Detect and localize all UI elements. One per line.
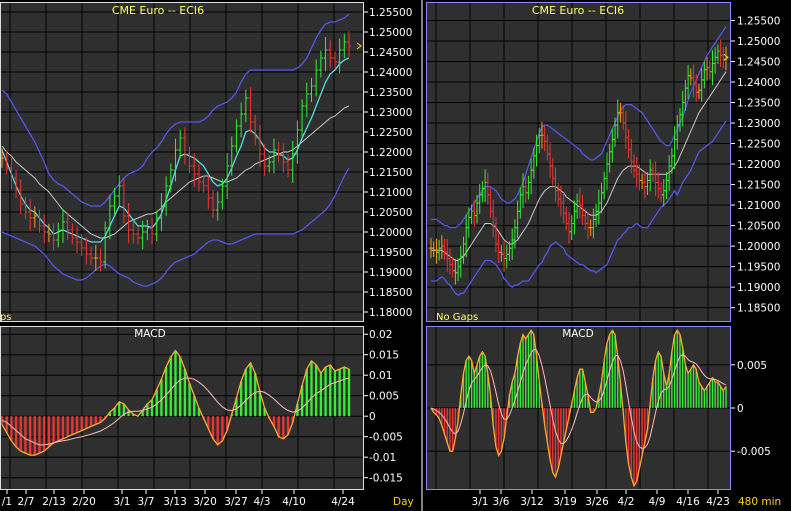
R1-plot-background: [426, 2, 731, 322]
R1-price-tick-label: 1.25000: [737, 36, 780, 48]
left-unit-label: Day: [393, 496, 414, 508]
L2-macd-tick-label: -0.005: [369, 432, 403, 444]
R1-price-tick-label: 1.24000: [737, 77, 780, 89]
R1-price-tick-label: 1.20500: [737, 221, 780, 233]
R-date-label: 4/23: [706, 496, 730, 508]
R1-price-tick-label: 1.25500: [737, 15, 780, 27]
L-date-label: 2/20: [72, 496, 96, 508]
right-date-axis: 3/1 3/6 3/12 3/19 3/26 4/2 4/9 4/16 4/23: [421, 490, 791, 511]
R-date-label: 3/1: [472, 496, 489, 508]
L2-macd-tick-label: 0.02: [369, 329, 392, 341]
R1-price-tick-label: 1.20000: [737, 241, 780, 253]
R1-price-tick-label: 1.19000: [737, 282, 780, 294]
L-date-label: 3/27: [224, 496, 248, 508]
L-date-label: 3/7: [138, 496, 155, 508]
left-corner-note: ps: [0, 312, 12, 323]
left-chart-title: CME Euro -- ECI6: [112, 4, 204, 17]
left-macd-panel: 0.02 0.015 0.01 0.005 0 -0.005 -0.01 -0.015: [0, 326, 403, 490]
left-price-panel: 1.25500 1.25000 1.24500 1.24000 1.23500 1.230…: [0, 2, 412, 322]
L1-price-tick-label: 1.20500: [369, 207, 412, 219]
L2-plot-background: [0, 326, 364, 490]
L-date-label: 3/1: [114, 496, 131, 508]
L1-plot-background: [0, 2, 364, 322]
L-date-label: /1: [2, 496, 12, 508]
R-date-label: 4/2: [618, 496, 635, 508]
R2-macd-tick-label: -0.005: [737, 446, 771, 458]
R-date-label: 3/26: [585, 496, 609, 508]
L1-price-tick-label: 1.20000: [369, 227, 412, 239]
L-date-label: 2/7: [18, 496, 35, 508]
L2-macd-tick-label: -0.015: [369, 473, 403, 485]
R-date-label: 3/6: [493, 496, 510, 508]
right-macd-title: MACD: [562, 328, 593, 340]
L-date-label: 4/24: [331, 496, 355, 508]
L1-price-tick-label: 1.23000: [369, 107, 412, 119]
L1-price-tick-label: 1.19000: [369, 267, 412, 279]
L1-price-tick-label: 1.25000: [369, 27, 412, 39]
R1-price-tick-label: 1.18500: [737, 303, 780, 315]
L1-price-tick-label: 1.19500: [369, 247, 412, 259]
R1-price-tick-label: 1.22000: [737, 159, 780, 171]
L-date-label: 4/10: [282, 496, 306, 508]
L1-price-tick-label: 1.25500: [369, 7, 412, 19]
L1-price-tick-label: 1.18500: [369, 287, 412, 299]
R1-price-tick-label: 1.21000: [737, 200, 780, 212]
right-price-panel: 1.25500 1.25000 1.24500 1.24000 1.23500 1.230…: [426, 2, 780, 322]
L2-macd-tick-label: 0.015: [369, 350, 399, 362]
L2-macd-tick-label: 0.005: [369, 391, 399, 403]
charts-canvas: 1.25500 1.25000 1.24500 1.24000 1.23500 1.230…: [0, 0, 791, 511]
R1-price-tick-label: 1.22500: [737, 139, 780, 151]
L2-macd-tick-label: 0: [369, 411, 376, 423]
L-date-label: 4/3: [254, 496, 271, 508]
L1-price-tick-label: 1.18000: [369, 307, 412, 319]
R1-price-tick-label: 1.23000: [737, 118, 780, 130]
R2-macd-tick-label: 0.005: [737, 360, 767, 372]
R1-price-tick-label: 1.19500: [737, 262, 780, 274]
R-date-label: 3/12: [520, 496, 544, 508]
L1-price-tick-label: 1.21000: [369, 187, 412, 199]
right-macd-panel: 0.005 0 -0.005: [426, 326, 771, 490]
L2-macd-tick-label: -0.01: [369, 452, 396, 464]
R1-price-tick-label: 1.21500: [737, 180, 780, 192]
R-date-label: 3/19: [553, 496, 577, 508]
L1-price-tick-label: 1.24000: [369, 67, 412, 79]
L1-price-tick-label: 1.21500: [369, 167, 412, 179]
R2-macd-tick-label: 0: [737, 403, 744, 415]
L1-price-tick-label: 1.22000: [369, 147, 412, 159]
L2-macd-tick-label: 0.01: [369, 370, 392, 382]
right-unit-label: 480 min: [738, 496, 781, 508]
R-date-label: 4/9: [649, 496, 666, 508]
L1-price-tick-label: 1.24500: [369, 47, 412, 59]
left-macd-title: MACD: [134, 328, 165, 340]
right-corner-note: No Gaps: [436, 312, 478, 323]
R1-price-tick-label: 1.23500: [737, 98, 780, 110]
right-chart-title: CME Euro -- ECI6: [532, 4, 624, 17]
R-date-label: 4/16: [676, 496, 700, 508]
L1-price-tick-label: 1.22500: [369, 127, 412, 139]
L-date-label: 2/13: [42, 496, 66, 508]
left-date-axis: /1 2/7 2/13 2/20 3/1 3/7 3/13 3/20 3/27 4/3 4/10 4/…: [0, 490, 420, 511]
L-date-label: 3/13: [163, 496, 187, 508]
L-date-label: 3/20: [193, 496, 217, 508]
L1-price-tick-label: 1.23500: [369, 87, 412, 99]
R1-price-tick-label: 1.24500: [737, 56, 780, 68]
